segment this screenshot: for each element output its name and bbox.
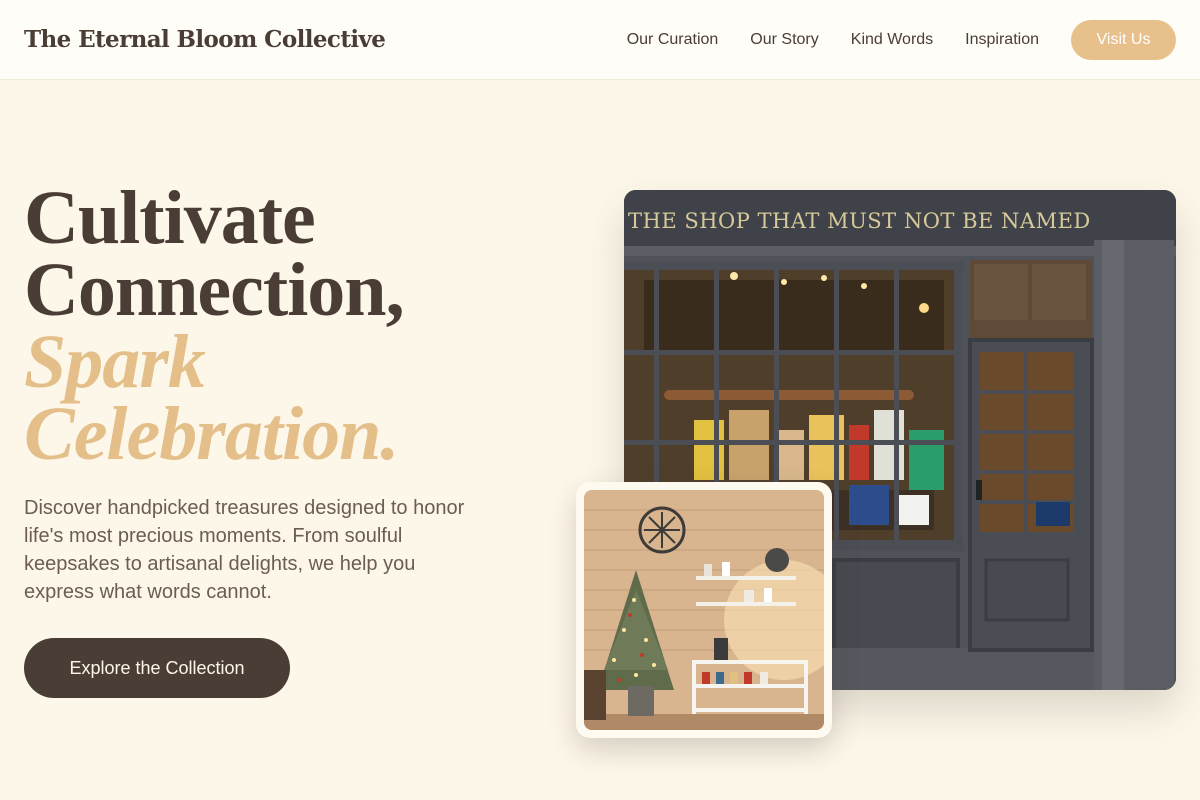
- storefront-sign-text: THE SHOP THAT MUST NOT BE NAMED: [628, 209, 1091, 233]
- nav-link-our-curation[interactable]: Our Curation: [627, 31, 719, 49]
- visit-us-button[interactable]: Visit Us: [1071, 19, 1176, 60]
- hero-description: Discover handpicked treasures designed t…: [24, 497, 465, 603]
- hero-accent-line-2: Celebration.: [24, 392, 399, 476]
- brand-logo[interactable]: The Eternal Bloom Collective: [24, 26, 386, 53]
- hero-title-line-2: Connection,: [24, 248, 405, 332]
- nav-link-our-story[interactable]: Our Story: [750, 31, 818, 49]
- inset-photo-frame: [576, 482, 832, 738]
- site-header: The Eternal Bloom Collective Our Curatio…: [0, 0, 1200, 80]
- hero-title: Cultivate Connection, Spark Celebration.: [24, 176, 584, 476]
- holiday-interior-image: [584, 490, 824, 730]
- main-nav: Our Curation Our Story Kind Words Inspir…: [627, 19, 1176, 60]
- nav-link-kind-words[interactable]: Kind Words: [851, 31, 933, 49]
- hero-title-line-1: Cultivate: [24, 176, 316, 260]
- hero-accent-line-1: Spark: [24, 320, 206, 404]
- nav-link-inspiration[interactable]: Inspiration: [965, 31, 1039, 49]
- explore-collection-button[interactable]: Explore the Collection: [24, 638, 290, 698]
